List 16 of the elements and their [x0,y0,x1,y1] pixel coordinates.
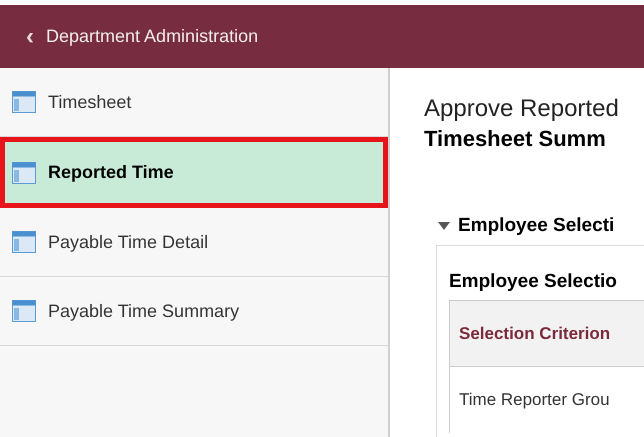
column-header: Selection Criterion [450,301,644,367]
page-icon [12,231,36,253]
page-icon [12,91,36,113]
sidebar-item[interactable]: Reported Time [0,137,388,208]
sidebar-item[interactable]: Payable Time Summary [0,277,388,346]
section-title[interactable]: Employee Selecti [458,212,614,240]
collapse-toggle-icon[interactable] [438,221,450,232]
back-icon[interactable]: ‹ [26,24,34,48]
header-title: Department Administration [46,25,258,48]
page-icon [12,300,36,322]
table-cell-text: Time Reporter Grou [459,389,610,412]
grid-title: Employee Selectio [449,270,618,294]
page-icon [12,162,36,184]
page-subtitle: Timesheet Summ [424,125,607,153]
page-title: Approve Reported [424,94,620,124]
sidebar-item[interactable]: Payable Time Detail [0,208,388,277]
